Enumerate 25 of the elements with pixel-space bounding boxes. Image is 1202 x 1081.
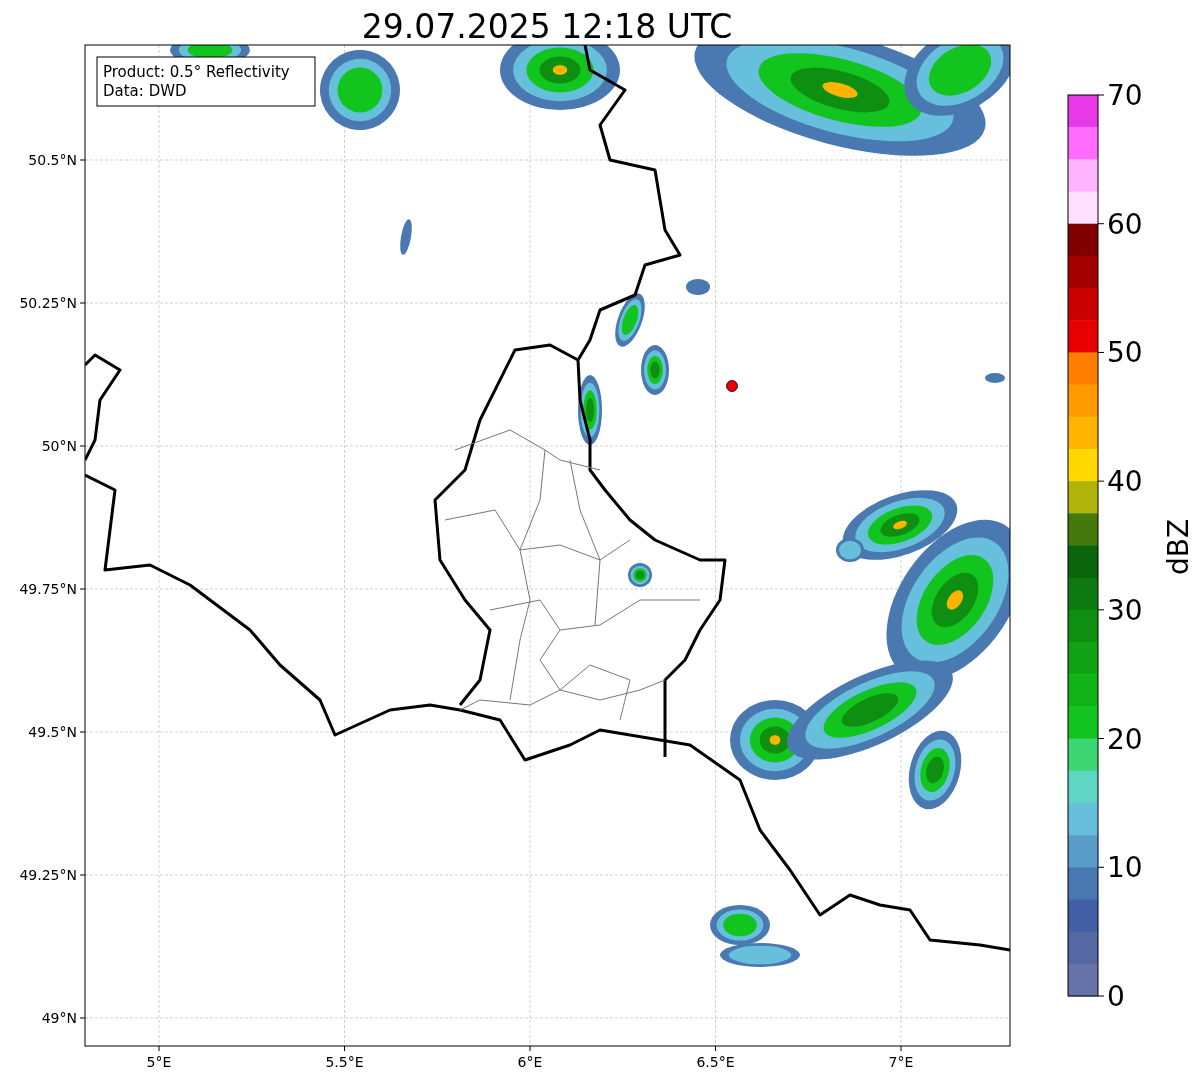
- colorbar-tick-label: 30: [1107, 593, 1143, 627]
- colorbar-tick-label: 60: [1107, 207, 1143, 241]
- colorbar-label: dBZ: [1162, 518, 1195, 576]
- longitude-label: 5°E: [146, 1054, 172, 1070]
- colorbar-tick-label: 50: [1107, 336, 1143, 370]
- location-marker: [726, 380, 738, 392]
- latitude-label: 50°N: [41, 438, 77, 454]
- latitude-label: 50.25°N: [19, 295, 77, 311]
- colorbar-tick-label: 40: [1107, 465, 1143, 499]
- colorbar-tick-label: 70: [1107, 79, 1143, 112]
- latitude-label: 49.75°N: [19, 581, 77, 597]
- info-text: Data: DWD: [103, 82, 187, 100]
- longitude-label: 7°E: [888, 1054, 914, 1070]
- longitude-label: 5.5°E: [325, 1054, 364, 1070]
- longitude-label: 6.5°E: [696, 1054, 735, 1070]
- info-text: Product: 0.5° Reflectivity: [103, 63, 290, 81]
- colorbar-tick-label: 0: [1107, 980, 1125, 1013]
- latitude-label: 50.5°N: [28, 152, 77, 168]
- colorbar-tick-label: 20: [1107, 722, 1143, 756]
- latitude-label: 49.25°N: [19, 867, 77, 883]
- colorbar-tick-label: 10: [1107, 851, 1143, 885]
- latitude-label: 49.5°N: [28, 724, 77, 740]
- chart-title: 29.07.2025 12:18 UTC: [361, 7, 733, 46]
- longitude-label: 6°E: [517, 1054, 543, 1070]
- latitude-label: 49°N: [41, 1010, 77, 1026]
